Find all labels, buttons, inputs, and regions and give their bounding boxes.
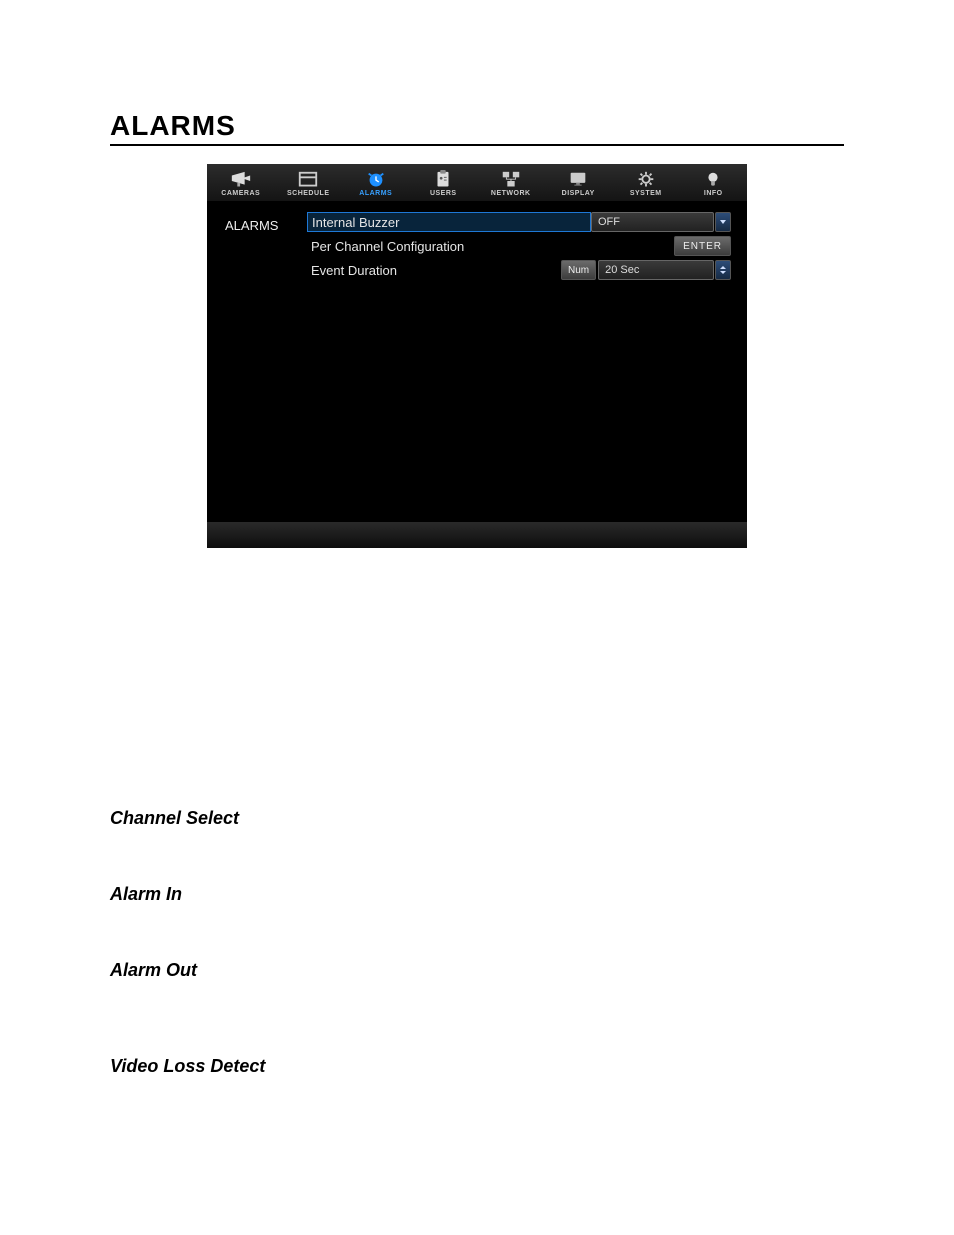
tab-label: INFO: [704, 190, 723, 197]
tab-label: USERS: [430, 190, 457, 197]
page-title-bar: ALARMS: [110, 110, 844, 146]
clipboard-user-icon: [432, 170, 454, 188]
tab-bar: CAMERAS SCHEDULE ALARMS USERS: [207, 164, 747, 202]
event-duration-value[interactable]: 20 Sec: [598, 260, 714, 280]
spinner-icon[interactable]: [715, 260, 731, 280]
tab-system[interactable]: SYSTEM: [612, 164, 680, 201]
tab-schedule[interactable]: SCHEDULE: [275, 164, 343, 201]
enter-button[interactable]: ENTER: [674, 236, 731, 256]
monitor-icon: [567, 170, 589, 188]
tab-label: NETWORK: [491, 190, 531, 197]
row-event-duration: Event Duration Num 20 Sec: [307, 260, 731, 280]
internal-buzzer-label: Internal Buzzer: [307, 212, 591, 232]
tab-info[interactable]: INFO: [680, 164, 748, 201]
section-alarm-out: Alarm Out: [110, 960, 844, 981]
side-category-label: ALARMS: [207, 202, 307, 522]
tab-display[interactable]: DISPLAY: [545, 164, 613, 201]
alarm-clock-icon: [365, 170, 387, 188]
tab-label: DISPLAY: [562, 190, 595, 197]
internal-buzzer-value[interactable]: OFF: [591, 212, 714, 232]
page-title: ALARMS: [110, 110, 844, 142]
tab-label: SYSTEM: [630, 190, 662, 197]
dropdown-icon[interactable]: [715, 212, 731, 232]
gear-icon: [635, 170, 657, 188]
tab-label: ALARMS: [359, 190, 392, 197]
event-duration-label: Event Duration: [307, 263, 561, 278]
row-internal-buzzer[interactable]: Internal Buzzer OFF: [307, 212, 731, 232]
tab-alarms[interactable]: ALARMS: [342, 164, 410, 201]
tab-users[interactable]: USERS: [410, 164, 478, 201]
per-channel-label: Per Channel Configuration: [307, 239, 591, 254]
section-channel-select: Channel Select: [110, 808, 844, 829]
tab-cameras[interactable]: CAMERAS: [207, 164, 275, 201]
camera-icon: [230, 170, 252, 188]
section-alarm-in: Alarm In: [110, 884, 844, 905]
footer-strip: [207, 522, 747, 548]
tab-label: CAMERAS: [221, 190, 260, 197]
tab-network[interactable]: NETWORK: [477, 164, 545, 201]
num-button[interactable]: Num: [561, 260, 596, 280]
calendar-icon: [297, 170, 319, 188]
tab-label: SCHEDULE: [287, 190, 330, 197]
row-per-channel: Per Channel Configuration ENTER: [307, 236, 731, 256]
network-icon: [500, 170, 522, 188]
section-video-loss-detect: Video Loss Detect: [110, 1056, 844, 1077]
device-screenshot: CAMERAS SCHEDULE ALARMS USERS: [207, 164, 747, 548]
bulb-icon: [702, 170, 724, 188]
